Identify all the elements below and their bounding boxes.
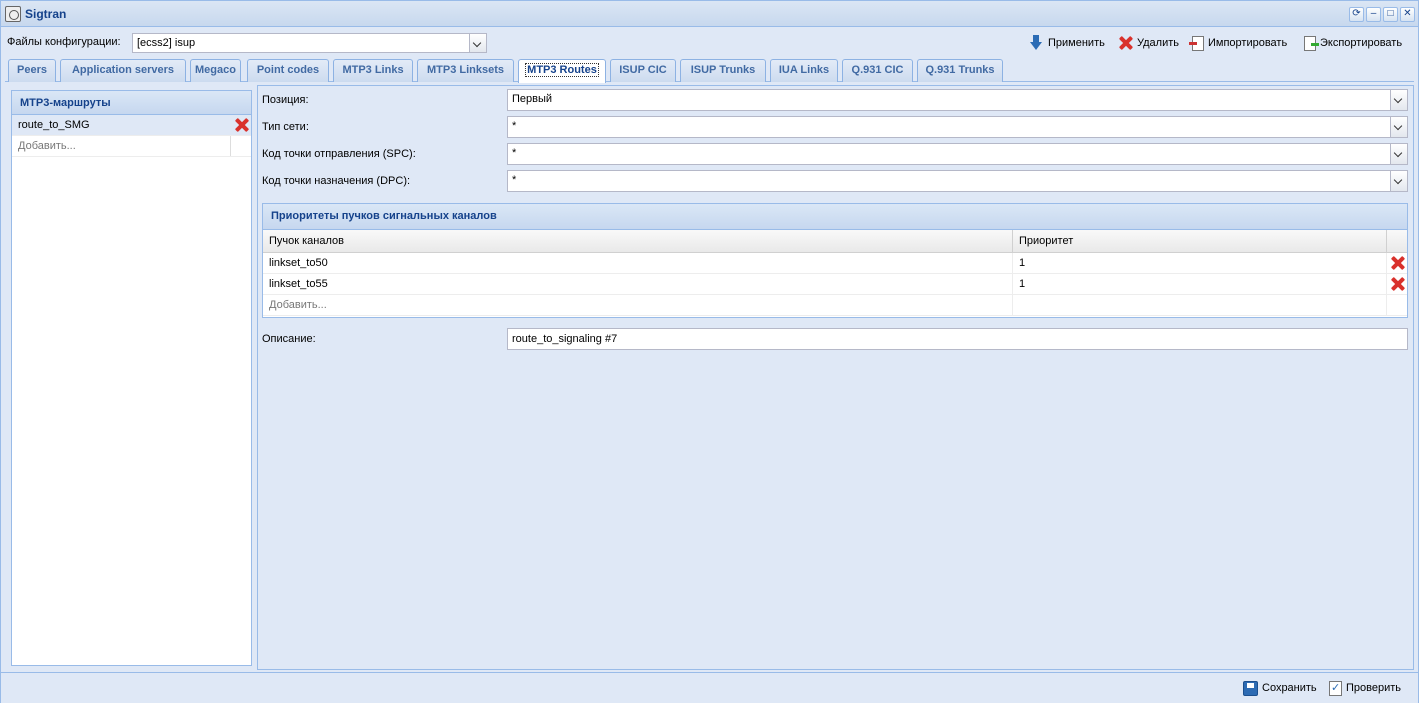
grid-header: Пучок каналов Приоритет xyxy=(263,230,1407,253)
tab-q931-trunks[interactable]: Q.931 Trunks xyxy=(917,59,1003,82)
check-button[interactable]: Проверить xyxy=(1329,679,1401,697)
title-bar: Sigtran ⟳ – □ ✕ xyxy=(1,1,1418,27)
sigtran-window: Sigtran ⟳ – □ ✕ Файлы конфигурации: [ecs… xyxy=(0,0,1419,703)
tab-mtp3-links[interactable]: MTP3 Links xyxy=(333,59,413,82)
linkset-priority-grid: Приоритеты пучков сигнальных каналов Пуч… xyxy=(262,203,1408,318)
tab-iua-links[interactable]: IUA Links xyxy=(770,59,838,82)
maximize-icon[interactable]: □ xyxy=(1383,7,1398,22)
linkset-cell[interactable]: linkset_to50 xyxy=(263,253,1013,273)
tab-mtp3-linksets[interactable]: MTP3 Linksets xyxy=(417,59,514,82)
delete-row-icon[interactable] xyxy=(1389,255,1405,271)
column-header-linkset[interactable]: Пучок каналов xyxy=(263,230,1013,252)
priority-cell[interactable]: 1 xyxy=(1013,274,1387,294)
window-title: Sigtran xyxy=(25,7,67,21)
add-route-placeholder: Добавить... xyxy=(18,140,76,152)
tab-peers[interactable]: Peers xyxy=(8,59,56,82)
table-row[interactable]: linkset_to55 1 xyxy=(263,274,1407,295)
column-header-priority[interactable]: Приоритет xyxy=(1013,230,1387,252)
tab-strip: Peers Application servers Megaco Point c… xyxy=(5,57,1414,83)
apply-button[interactable]: Применить xyxy=(1028,34,1105,52)
config-file-select[interactable]: [ecss2] isup xyxy=(132,33,487,53)
tab-mtp3-routes-label: MTP3 Routes xyxy=(525,63,599,77)
position-value: Первый xyxy=(512,93,553,105)
dpc-label: Код точки назначения (DPC): xyxy=(262,175,411,187)
import-icon xyxy=(1189,35,1204,51)
check-icon xyxy=(1329,680,1342,696)
network-type-value: * xyxy=(512,120,517,132)
delete-label: Удалить xyxy=(1137,37,1179,49)
description-value: route_to_signaling #7 xyxy=(512,333,618,345)
footer-toolbar: Сохранить Проверить xyxy=(1,672,1418,703)
export-button[interactable]: Экспортировать xyxy=(1302,34,1402,52)
row-actions xyxy=(1387,253,1407,273)
save-icon xyxy=(1243,680,1258,696)
delete-button[interactable]: Удалить xyxy=(1117,34,1179,52)
config-file-value: [ecss2] isup xyxy=(137,37,196,49)
linkset-cell[interactable]: linkset_to55 xyxy=(263,274,1013,294)
route-name: route_to_SMG xyxy=(18,119,90,131)
dpc-value: * xyxy=(512,174,517,186)
description-input[interactable]: route_to_signaling #7 xyxy=(507,328,1408,350)
chevron-down-icon[interactable] xyxy=(1390,117,1407,137)
position-label: Позиция: xyxy=(262,94,309,106)
column-divider xyxy=(230,136,231,156)
chevron-down-icon[interactable] xyxy=(1390,90,1407,110)
position-select[interactable]: Первый xyxy=(507,89,1408,111)
check-label: Проверить xyxy=(1346,682,1402,694)
add-linkset-placeholder: Добавить... xyxy=(263,295,1013,315)
empty-cell xyxy=(1387,295,1407,315)
tab-megaco[interactable]: Megaco xyxy=(190,59,241,82)
tab-isup-cic[interactable]: ISUP CIC xyxy=(610,59,676,82)
delete-row-icon[interactable] xyxy=(1389,276,1405,292)
spc-select[interactable]: * xyxy=(507,143,1408,165)
empty-cell xyxy=(1013,295,1387,315)
tab-application-servers[interactable]: Application servers xyxy=(60,59,186,82)
apply-label: Применить xyxy=(1048,37,1105,49)
table-row[interactable]: linkset_to50 1 xyxy=(263,253,1407,274)
chevron-down-icon[interactable] xyxy=(1390,144,1407,164)
spc-value: * xyxy=(512,147,517,159)
routes-panel-title: МТР3-маршруты xyxy=(12,91,251,115)
delete-route-icon[interactable] xyxy=(233,117,249,133)
save-label: Сохранить xyxy=(1262,682,1317,694)
app-icon xyxy=(5,6,21,22)
save-button[interactable]: Сохранить xyxy=(1243,679,1317,697)
priority-cell[interactable]: 1 xyxy=(1013,253,1387,273)
dpc-select[interactable]: * xyxy=(507,170,1408,192)
config-files-label: Файлы конфигурации: xyxy=(7,36,121,48)
column-header-actions xyxy=(1387,230,1407,252)
tab-q931-cic[interactable]: Q.931 CIC xyxy=(842,59,913,82)
network-type-select[interactable]: * xyxy=(507,116,1408,138)
row-actions xyxy=(1387,274,1407,294)
tab-mtp3-routes[interactable]: MTP3 Routes xyxy=(518,59,606,83)
description-label: Описание: xyxy=(262,333,316,345)
close-icon[interactable]: ✕ xyxy=(1400,7,1415,22)
export-icon xyxy=(1304,35,1319,51)
chevron-down-icon[interactable] xyxy=(1390,171,1407,191)
network-type-label: Тип сети: xyxy=(262,121,309,133)
tab-isup-trunks[interactable]: ISUP Trunks xyxy=(680,59,766,82)
refresh-icon[interactable]: ⟳ xyxy=(1349,7,1364,22)
export-label: Экспортировать xyxy=(1320,37,1403,49)
routes-panel: МТР3-маршруты route_to_SMG Добавить... xyxy=(11,90,252,666)
apply-icon xyxy=(1028,35,1044,51)
import-button[interactable]: Импортировать xyxy=(1189,34,1288,52)
minimize-icon[interactable]: – xyxy=(1366,7,1381,22)
priority-grid-title: Приоритеты пучков сигнальных каналов xyxy=(263,204,1407,230)
chevron-down-icon[interactable] xyxy=(469,34,486,52)
add-route-row[interactable]: Добавить... xyxy=(12,136,251,157)
import-label: Импортировать xyxy=(1208,37,1288,49)
delete-icon xyxy=(1117,35,1133,51)
tab-point-codes[interactable]: Point codes xyxy=(247,59,329,82)
spc-label: Код точки отправления (SPC): xyxy=(262,148,416,160)
list-item[interactable]: route_to_SMG xyxy=(12,115,251,136)
add-linkset-row[interactable]: Добавить... xyxy=(263,295,1407,316)
